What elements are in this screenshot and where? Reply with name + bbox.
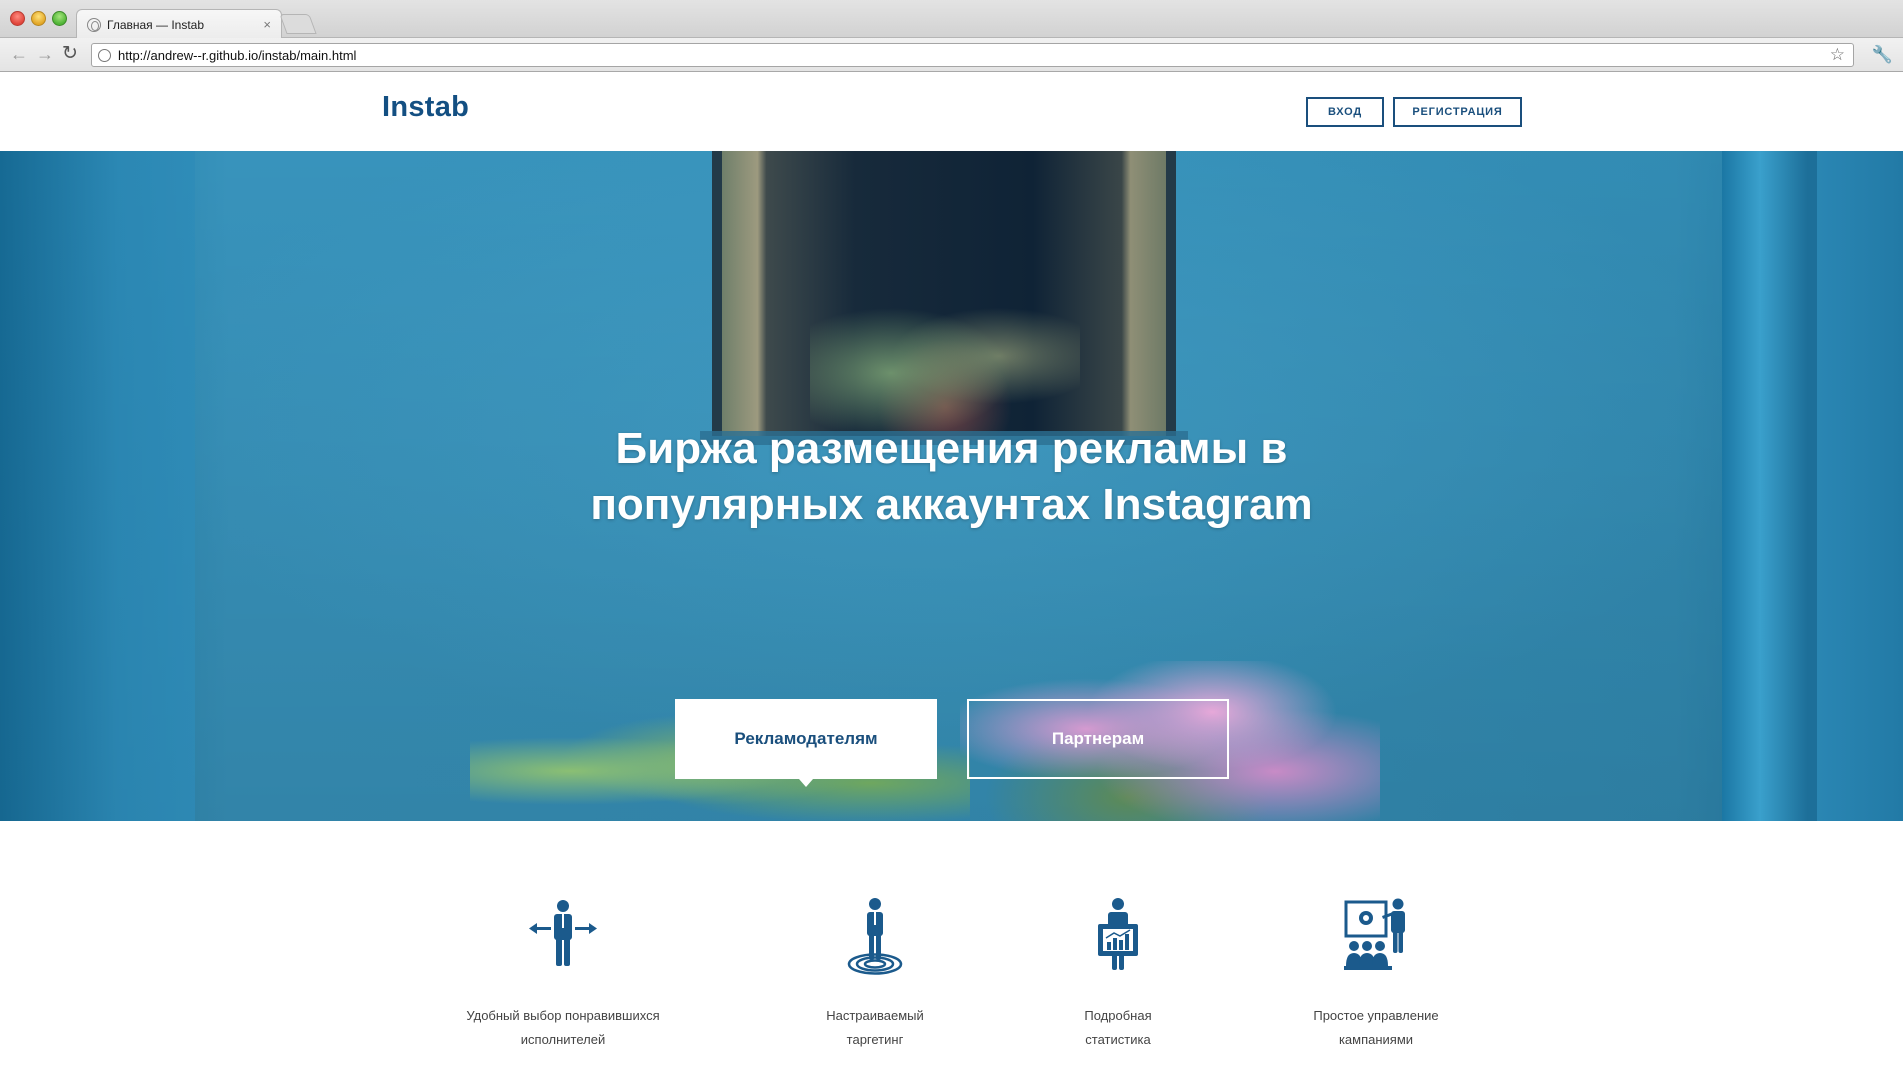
feature-text-line1: Простое управление [1313, 1008, 1439, 1023]
new-tab-button[interactable] [279, 14, 317, 34]
site-header: Instab ВХОД РЕГИСТРАЦИЯ [0, 73, 1903, 151]
partners-tab-button[interactable]: Партнерам [967, 699, 1229, 779]
feature-text-line2: кампаниями [1338, 1032, 1414, 1047]
bookmark-star-icon[interactable]: ☆ [1830, 45, 1845, 65]
browser-tab[interactable]: Главная — Instab × [76, 9, 282, 39]
tab-close-icon[interactable]: × [263, 17, 271, 32]
person-arrows-icon [529, 900, 597, 966]
forward-arrow-icon[interactable]: → [36, 44, 54, 64]
minimize-window-button[interactable] [31, 11, 46, 26]
person-target-icon [847, 898, 903, 975]
reload-icon[interactable]: ↻ [62, 44, 78, 64]
feature-item: Настраиваемый таргетинг [745, 896, 1005, 1052]
hero-headline-line2: популярных аккаунтах Instagram [590, 480, 1313, 529]
globe-icon [87, 17, 101, 32]
maximize-window-button[interactable] [52, 11, 67, 26]
presentation-audience-icon [1344, 898, 1405, 970]
tab-title: Главная — Instab [107, 17, 205, 32]
browser-tab-strip: Главная — Instab × [0, 0, 1903, 39]
feature-text-line1: Удобный выбор понравившихся [466, 1008, 660, 1023]
feature-text-line2: таргетинг [846, 1032, 904, 1047]
feature-item: Подробная статистика [988, 896, 1248, 1052]
hero-section: Биржа размещения рекламы в популярных ак… [0, 151, 1903, 821]
page-info-icon[interactable] [98, 48, 111, 62]
advertisers-tab-button[interactable]: Рекламодателям [675, 699, 937, 787]
feature-text-line2: исполнителей [520, 1032, 606, 1047]
hero-headline-line1: Биржа размещения рекламы в [615, 424, 1288, 473]
feature-text-line1: Подробная [1084, 1008, 1152, 1023]
address-bar[interactable]: http://andrew--r.github.io/instab/main.h… [91, 43, 1854, 67]
url-text[interactable]: http://andrew--r.github.io/instab/main.h… [118, 48, 356, 63]
feature-text-line2: статистика [1085, 1032, 1151, 1047]
feature-item: Удобный выбор понравившихся исполнителей [433, 896, 693, 1052]
hero-headline: Биржа размещения рекламы в популярных ак… [0, 421, 1903, 533]
site-logo[interactable]: Instab [382, 91, 469, 124]
login-button[interactable]: ВХОД [1306, 97, 1384, 127]
wrench-menu-icon[interactable]: 🔧 [1872, 45, 1893, 65]
browser-toolbar: ← → ↻ http://andrew--r.github.io/instab/… [0, 38, 1903, 72]
feature-item: Простое управление кампаниями [1246, 896, 1506, 1052]
hero-window-plants [810, 271, 1080, 441]
back-arrow-icon[interactable]: ← [10, 44, 28, 64]
person-chart-icon [1098, 898, 1138, 970]
close-window-button[interactable] [10, 11, 25, 26]
features-section: Удобный выбор понравившихся исполнителей… [0, 821, 1903, 1066]
feature-text-line1: Настраиваемый [826, 1008, 924, 1023]
register-button[interactable]: РЕГИСТРАЦИЯ [1393, 97, 1522, 127]
